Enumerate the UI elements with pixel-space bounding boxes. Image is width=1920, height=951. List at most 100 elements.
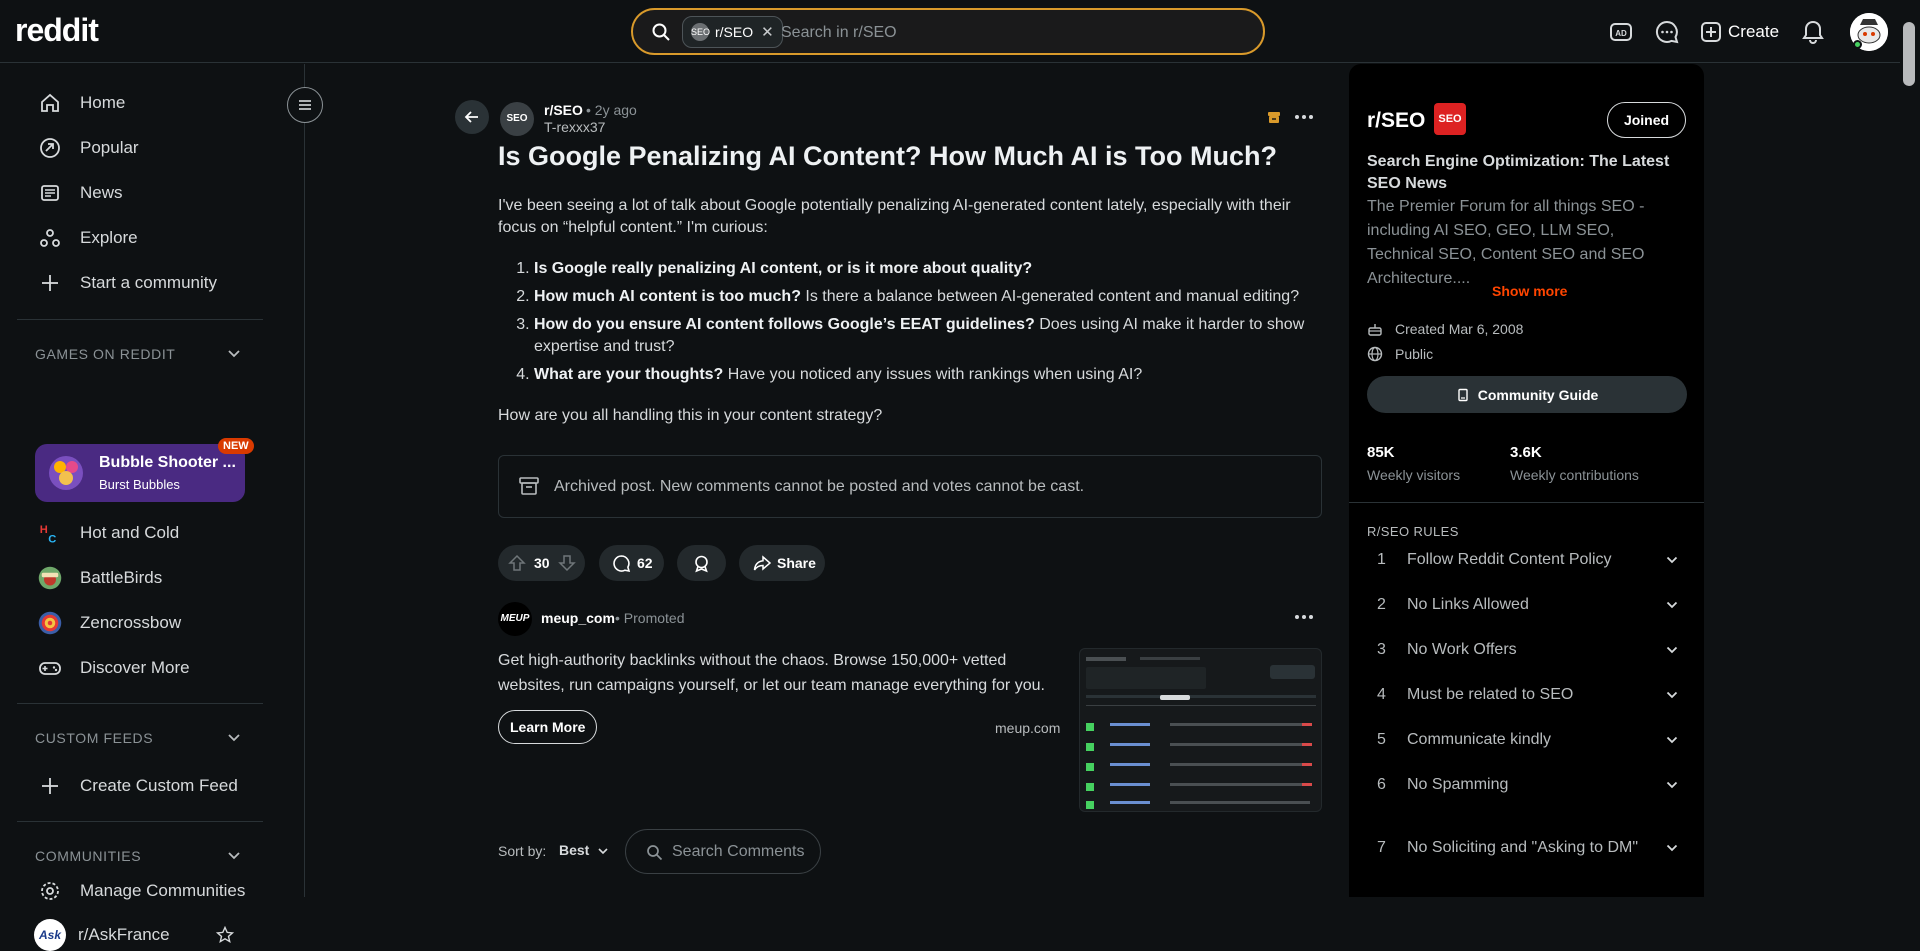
create-custom-feed[interactable]: Create Custom Feed xyxy=(38,771,238,801)
sidebar-divider xyxy=(17,319,263,320)
rule-item[interactable]: 7 No Soliciting and "Asking to DM" xyxy=(1377,826,1687,870)
rule-item[interactable]: 3 No Work Offers xyxy=(1377,635,1687,665)
close-icon[interactable]: ✕ xyxy=(761,23,774,41)
promoted-text[interactable]: Get high-authority backlinks without the… xyxy=(498,648,1058,698)
post-title: Is Google Penalizing AI Content? How Muc… xyxy=(498,141,1277,171)
post-subreddit[interactable]: r/SEO xyxy=(544,102,583,118)
archived-text: Archived post. New comments cannot be po… xyxy=(554,478,1085,495)
bubble-shooter-icon xyxy=(49,456,83,490)
game-label: Zencrossbow xyxy=(80,613,182,632)
community-guide-button[interactable]: Community Guide xyxy=(1367,376,1687,413)
community-name[interactable]: r/SEO xyxy=(1367,109,1425,133)
game-label: Discover More xyxy=(80,658,190,677)
community-label: r/AskFrance xyxy=(78,925,170,944)
nav-label: Create Custom Feed xyxy=(80,776,238,795)
list-item: Is Google really penalizing AI content, … xyxy=(534,258,1328,280)
sort-dropdown[interactable]: Best xyxy=(559,842,610,858)
sort-value: Best xyxy=(559,842,590,858)
promoted-thumbnail[interactable] xyxy=(1079,648,1322,812)
post-question-list: Is Google really penalizing AI content, … xyxy=(534,258,1328,386)
manage-communities[interactable]: Manage Communities xyxy=(38,876,245,906)
plus-icon xyxy=(38,774,62,798)
game-zencrossbow[interactable]: Zencrossbow xyxy=(38,608,181,638)
created-date: Created Mar 6, 2008 xyxy=(1367,321,1523,337)
star-icon[interactable] xyxy=(216,926,234,944)
reddit-logo[interactable]: reddit xyxy=(15,12,99,49)
post-intro: I've been seeing a lot of talk about Goo… xyxy=(498,197,1291,236)
joined-button[interactable]: Joined xyxy=(1607,102,1686,138)
advertiser-name[interactable]: meup_com xyxy=(541,610,615,626)
nav-label: Home xyxy=(80,93,126,112)
chevron-down-icon xyxy=(1666,601,1678,609)
search-comments-input[interactable] xyxy=(672,841,812,863)
post-author[interactable]: T-rexxx37 xyxy=(544,119,605,135)
learn-more-button[interactable]: Learn More xyxy=(498,710,598,744)
downvote-icon[interactable] xyxy=(557,554,576,572)
promoted-domain[interactable]: meup.com xyxy=(995,720,1060,736)
list-item: How much AI content is too much? Is ther… xyxy=(534,286,1328,308)
hot-and-cold-icon: HC xyxy=(38,521,62,545)
more-options-icon[interactable] xyxy=(1293,108,1315,126)
page-scrollbar[interactable] xyxy=(1900,0,1920,897)
community-banner-logo: SEO xyxy=(1434,103,1466,135)
game-battlebirds[interactable]: BattleBirds xyxy=(38,563,162,593)
rule-item[interactable]: 4 Must be related to SEO xyxy=(1377,680,1687,710)
chevron-down-icon[interactable] xyxy=(226,730,242,746)
comments-button[interactable]: 62 xyxy=(599,545,664,581)
weekly-visitors-value: 85K xyxy=(1367,444,1395,461)
archive-box-icon xyxy=(519,477,539,495)
nav-label: News xyxy=(80,183,123,202)
show-more-link[interactable]: Show more xyxy=(1492,283,1567,299)
chevron-down-icon[interactable] xyxy=(226,848,242,864)
panel-divider xyxy=(1349,502,1704,503)
community-askfrance[interactable]: Ask r/AskFrance xyxy=(34,919,234,951)
collapse-sidebar-button[interactable] xyxy=(287,87,323,123)
rule-item[interactable]: 1 Follow Reddit Content Policy xyxy=(1377,545,1687,575)
book-icon xyxy=(1458,388,1468,401)
more-options-icon[interactable] xyxy=(1293,608,1315,626)
left-sidebar: Home Popular News Explore Start a commun… xyxy=(0,64,305,951)
subreddit-avatar[interactable]: SEO xyxy=(500,102,534,136)
chevron-down-icon[interactable] xyxy=(226,346,242,362)
chat-icon[interactable] xyxy=(1654,19,1680,45)
chevron-down-icon xyxy=(598,848,608,855)
comment-count: 62 xyxy=(637,555,653,571)
advertiser-avatar[interactable]: MEUP xyxy=(498,602,532,636)
back-button[interactable] xyxy=(455,100,489,134)
community-description: The Premier Forum for all things SEO - i… xyxy=(1367,198,1645,287)
search-icon xyxy=(652,23,670,41)
scrollbar-thumb[interactable] xyxy=(1903,22,1915,86)
nav-start-community[interactable]: Start a community xyxy=(38,268,217,298)
post-closing-question: How are you all handling this in your co… xyxy=(498,407,883,424)
community-heading: Search Engine Optimization: The Latest S… xyxy=(1367,153,1670,192)
discover-more-games[interactable]: Discover More xyxy=(38,653,190,683)
notification-bell-icon[interactable] xyxy=(1800,19,1826,45)
game-hot-and-cold[interactable]: HC Hot and Cold xyxy=(38,518,180,548)
weekly-visitors-label: Weekly visitors xyxy=(1367,467,1461,483)
nav-popular[interactable]: Popular xyxy=(38,133,139,163)
nav-home[interactable]: Home xyxy=(38,88,125,118)
search-bar[interactable]: SEO r/SEO ✕ xyxy=(631,8,1265,55)
rule-item[interactable]: 2 No Links Allowed xyxy=(1377,590,1687,620)
rule-item[interactable]: 6 No Spamming xyxy=(1377,770,1687,800)
globe-icon xyxy=(1367,346,1383,362)
nav-news[interactable]: News xyxy=(38,178,123,208)
create-button[interactable]: Create xyxy=(1700,19,1779,45)
advertise-icon[interactable]: AD xyxy=(1608,19,1634,45)
nav-explore[interactable]: Explore xyxy=(38,223,138,253)
search-comments-box[interactable] xyxy=(625,829,821,874)
search-input[interactable] xyxy=(781,20,1221,46)
subreddit-search-chip[interactable]: SEO r/SEO ✕ xyxy=(682,16,783,48)
share-button[interactable]: Share xyxy=(739,545,825,581)
post-body: I've been seeing a lot of talk about Goo… xyxy=(498,195,1328,427)
nav-label: Manage Communities xyxy=(80,881,246,900)
rule-item[interactable]: 5 Communicate kindly xyxy=(1377,725,1687,755)
top-bar: reddit SEO r/SEO ✕ AD Create xyxy=(0,0,1920,63)
featured-game-card[interactable]: Bubble Shooter ... Burst Bubbles xyxy=(35,444,245,502)
award-button[interactable] xyxy=(677,545,726,581)
list-item: What are your thoughts? Have you noticed… xyxy=(534,364,1328,386)
game-title: Bubble Shooter ... xyxy=(99,454,236,471)
gamepad-icon xyxy=(38,656,62,680)
target-icon xyxy=(38,611,62,635)
upvote-icon[interactable] xyxy=(508,554,526,572)
